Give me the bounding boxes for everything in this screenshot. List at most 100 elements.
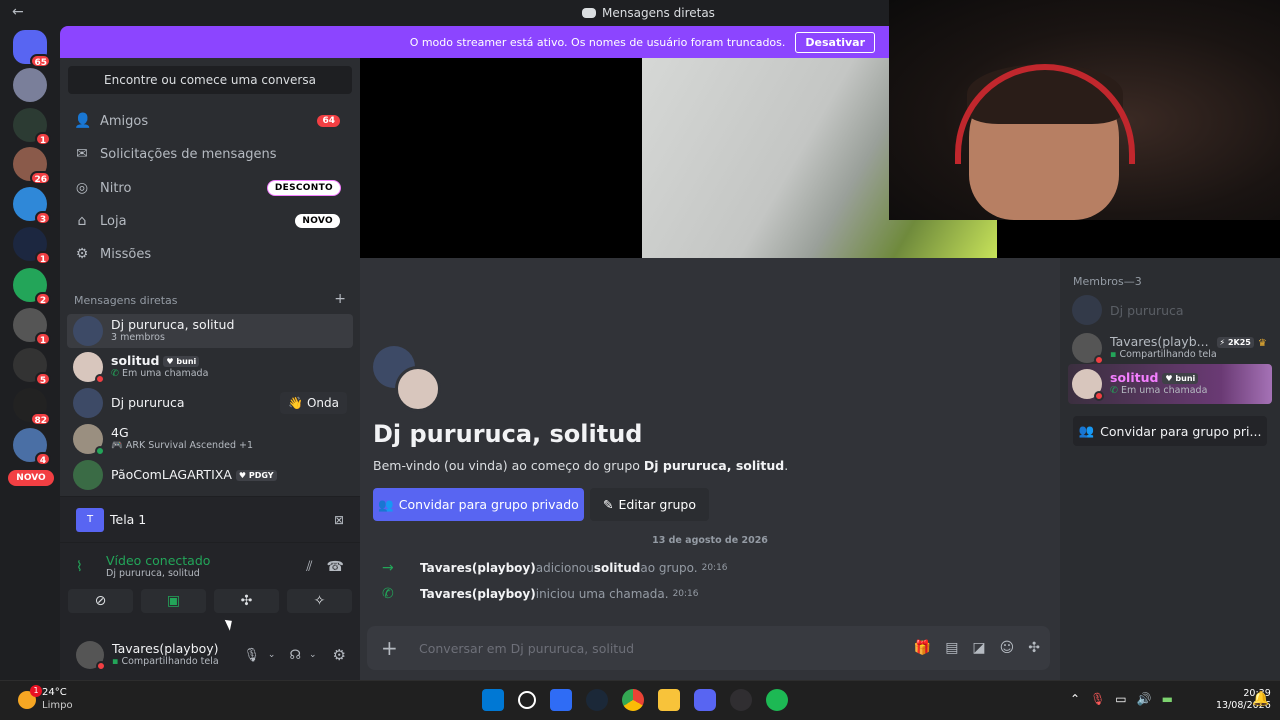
emoji-icon[interactable]: ☺ [1000,640,1015,656]
server-icon[interactable]: 3 [13,187,51,225]
dm-item-solitud[interactable]: solitud ♥ buni ✆ Em uma chamada [67,350,353,384]
stop-screen-share-button[interactable]: ▣ [141,589,206,613]
home-button[interactable]: 65 [13,30,51,68]
nav-message-requests[interactable]: ✉ Solicitações de mensagens [68,139,352,169]
apps-icon[interactable]: ✣ [1028,640,1040,656]
server-icon[interactable]: 2 [13,268,51,306]
gift-icon[interactable]: 🎁 [914,640,931,656]
user-avatar[interactable] [76,641,106,671]
server-badge: 4 [35,452,51,466]
wave-button[interactable]: 👋 Onda [280,392,347,414]
server-icon[interactable]: 82 [13,388,51,426]
new-pill[interactable]: NOVO [8,470,54,486]
steam-icon[interactable] [586,689,608,711]
gear-icon[interactable]: ⚙ [333,646,346,664]
disconnect-icon[interactable]: ☎ [327,559,344,575]
member-item[interactable]: Dj pururuca [1068,290,1272,330]
system-message: → Tavares(playboy) adicionou solitud ao … [382,560,728,576]
composer-placeholder[interactable]: Conversar em Dj pururuca, solitud [419,641,634,656]
search-conversation-button[interactable]: Encontre ou comece uma conversa [68,66,352,94]
capcut-icon[interactable] [550,689,572,711]
voice-channel[interactable]: Dj pururuca, solitud [106,568,210,580]
soundboard-button[interactable]: ✧ [287,589,352,613]
weather-widget[interactable]: 1 24°C Limpo [18,684,73,712]
dm-name-line: solitud ♥ buni [111,354,208,368]
crown-icon: ♛ [1257,338,1267,350]
user-panel: Tavares(playboy) ▪ Compartilhando tela 🎙… [60,629,360,681]
invite-group-member-button[interactable]: 👥 Convidar para grupo pri... [1073,416,1267,446]
spotify-icon[interactable] [766,689,788,711]
discount-badge: DESCONTO [267,181,340,195]
server-icon[interactable]: 1 [13,108,51,146]
sticker-icon[interactable]: ◪ [972,640,985,656]
network-icon[interactable]: ▭ [1115,692,1126,706]
battery-icon[interactable]: ▬ [1162,692,1173,706]
server-badge: 1 [35,332,51,346]
sun-icon: 1 [18,684,42,709]
disable-streamer-button[interactable]: Desativar [795,31,875,53]
headphones-icon[interactable]: ☊ [289,648,301,663]
dm-sub: 3 membros [111,331,165,343]
member-item[interactable]: Tavares(playb... ⚡ 2K25 ♛ ▪ Compartilhan… [1068,328,1272,368]
member-name-line: solitud ♥ buni [1110,371,1207,385]
attach-plus-icon[interactable]: + [381,636,405,660]
volume-icon[interactable]: 🔊 [1137,692,1152,706]
welcome-group: Dj pururuca, solitud [643,458,785,473]
nav-quests[interactable]: ⚙ Missões [68,239,352,269]
message-target[interactable]: solitud [594,561,640,575]
discord-icon[interactable] [694,689,716,711]
close-stream-icon[interactable]: ⊠ [334,513,344,527]
obs-icon[interactable] [730,689,752,711]
nav-nitro[interactable]: ◎ Nitro DESCONTO [68,173,352,203]
server-icon[interactable]: 4 [13,428,51,466]
back-arrow-icon[interactable]: ← [12,4,24,20]
dm-item-djpururuca[interactable]: Dj pururuca 👋 Onda [67,386,353,420]
chevron-down-icon[interactable]: ⌄ [309,650,317,660]
chevron-down-icon[interactable]: ⌄ [268,650,276,660]
edit-group-button[interactable]: ✎ Editar grupo [590,488,709,521]
chrome-icon[interactable] [622,689,644,711]
screen-label: Tela 1 [110,512,147,527]
signal-icon: ⌇ [76,559,83,575]
message-time: 20:16 [701,563,728,573]
dm-name: PãoComLAGARTIXA [111,466,232,482]
server-icon[interactable]: 1 [13,227,51,265]
file-explorer-icon[interactable] [658,689,680,711]
windows-taskbar: 1 24°C Limpo ⌃ 🎙 ▭ 🔊 ▬ 20:39 13/08/2026 … [0,680,1280,720]
dm-item-paocomlagartixa[interactable]: PãoComLAGARTIXA ♥ PDGY [67,458,353,492]
activities-button[interactable]: ✣ [214,589,279,613]
add-dm-button[interactable]: + [334,292,346,307]
avatar [73,460,103,490]
server-icon[interactable]: 1 [13,308,51,346]
message-author[interactable]: Tavares(playboy) [420,587,536,601]
dm-item-4g[interactable]: 4G 🎮 ARK Survival Ascended +1 [67,422,353,456]
nav-friends[interactable]: 👤 Amigos 64 [68,106,352,136]
windows-start-icon[interactable] [482,689,504,711]
wave-icon: 👋 [288,396,304,410]
member-sub: ▪ Compartilhando tela [1110,349,1267,361]
chevron-up-icon[interactable]: ⌃ [1070,692,1080,706]
server-icon[interactable]: 5 [13,348,51,386]
phone-icon: ✆ [1110,384,1118,396]
message-composer[interactable]: + Conversar em Dj pururuca, solitud 🎁 ▤ … [367,626,1050,670]
message-author[interactable]: Tavares(playboy) [420,561,536,575]
dm-header: Mensagens diretas + [74,292,346,307]
server-icon[interactable]: 26 [13,147,51,185]
member-item[interactable]: solitud ♥ buni ✆ Em uma chamada [1068,364,1272,404]
noise-suppression-icon[interactable]: ⫽ [306,559,312,575]
nav-label: Amigos [100,113,149,129]
mic-icon[interactable]: 🎙 [1090,692,1105,706]
invite-private-group-button[interactable]: 👥 Convidar para grupo privado [373,488,584,521]
dm-item-group[interactable]: Dj pururuca, solitud 3 membros [67,314,353,348]
search-icon[interactable] [518,691,536,709]
voice-status[interactable]: Vídeo conectado [106,553,210,568]
discord-window: ← Mensagens diretas 65 1 26 3 1 2 1 5 82… [0,0,1280,681]
nav-shop[interactable]: ⌂ Loja NOVO [68,206,352,236]
welcome-text: Bem-vindo (ou vinda) ao começo do grupo … [373,458,788,473]
gif-icon[interactable]: ▤ [945,640,958,656]
server-icon[interactable] [13,68,47,102]
mic-icon[interactable]: 🎙 [243,648,260,663]
camera-off-button[interactable]: ⊘ [68,589,133,613]
pencil-icon: ✎ [602,497,614,512]
notification-icon[interactable]: 🔔 [1252,691,1269,707]
